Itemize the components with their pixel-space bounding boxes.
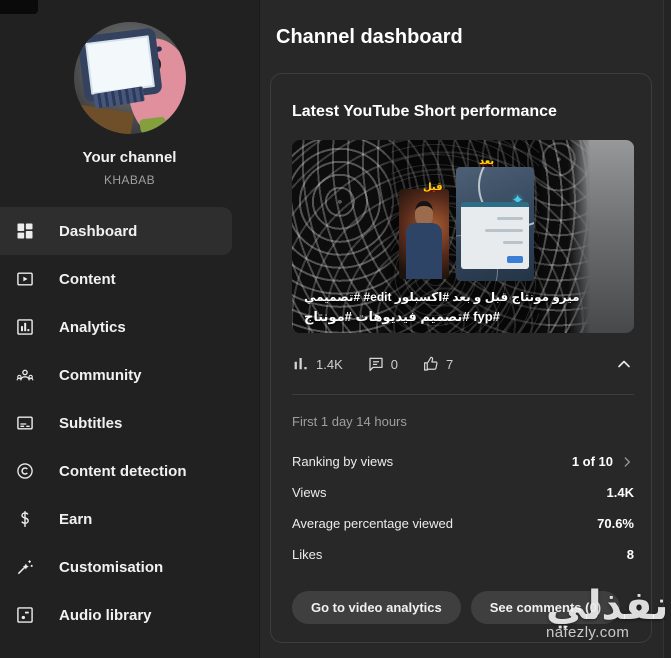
short-thumbnail[interactable]: ✦ قبل بعد تصميمي# #edit ميرو مونتاج قبل … xyxy=(292,140,634,333)
sidebar-item-label: Content xyxy=(59,270,116,288)
page-title: Channel dashboard xyxy=(276,26,463,48)
window-corner xyxy=(0,0,38,14)
main-content: Channel dashboard Latest YouTube Short p… xyxy=(260,0,671,658)
sidebar-item-label: Analytics xyxy=(59,318,126,336)
after-clip-screen: ✦ xyxy=(456,167,534,281)
customisation-icon xyxy=(15,557,35,577)
sidebar: Your channel KHABAB Dashboard Content An… xyxy=(0,0,260,658)
sidebar-item-community[interactable]: Community xyxy=(0,351,232,399)
after-label: بعد xyxy=(479,156,495,167)
likes-count: 7 xyxy=(445,356,454,372)
performance-period: First 1 day 14 hours xyxy=(292,414,407,429)
sidebar-item-label: Customisation xyxy=(59,558,164,576)
views-stat: 1.4K xyxy=(292,355,343,373)
comment-icon xyxy=(369,357,383,372)
before-clip-person xyxy=(399,189,449,279)
sidebar-item-content-detection[interactable]: Content detection xyxy=(0,447,232,495)
before-label: قبل xyxy=(423,182,443,193)
card-actions: Go to video analytics See comments (0) xyxy=(292,591,634,624)
see-comments-button[interactable]: See comments (0) xyxy=(470,591,621,624)
content-icon xyxy=(15,269,35,289)
sidebar-item-audio-library[interactable]: Audio library xyxy=(0,591,232,639)
caption-line-1: تصميمي# #edit ميرو مونتاج قبل و بعد #اكس… xyxy=(304,290,580,305)
views-value: 1.4K xyxy=(606,485,634,500)
sidebar-item-label: Subtitles xyxy=(59,414,123,432)
channel-title[interactable]: Your channel xyxy=(83,149,177,166)
dashboard-icon xyxy=(15,221,35,241)
audio-library-icon xyxy=(15,605,35,625)
go-to-video-analytics-button[interactable]: Go to video analytics xyxy=(292,591,461,624)
card-divider xyxy=(292,394,634,395)
avatar-desk-shape xyxy=(73,103,134,134)
sidebar-item-label: Audio library xyxy=(59,606,152,624)
sidebar-item-subtitles[interactable]: Subtitles xyxy=(0,399,232,447)
earn-icon xyxy=(15,509,35,529)
youtube-studio-window: Your channel KHABAB Dashboard Content An… xyxy=(0,0,671,658)
content-detection-icon xyxy=(15,461,35,481)
metric-likes: Likes 8 xyxy=(292,547,634,562)
mock-button xyxy=(507,256,523,263)
comments-count: 0 xyxy=(390,356,398,372)
metrics-list: Ranking by views 1 of 10 Views 1.4K Aver… xyxy=(292,446,634,570)
sidebar-item-label: Content detection xyxy=(59,462,187,480)
avg-percentage-value: 70.6% xyxy=(597,516,634,531)
ranking-value: 1 of 10 xyxy=(571,454,613,469)
sidebar-item-label: Dashboard xyxy=(59,222,138,240)
sidebar-item-label: Community xyxy=(59,366,142,384)
collapse-card-button[interactable] xyxy=(614,354,634,374)
sidebar-item-content[interactable]: Content xyxy=(0,255,232,303)
metric-ranking-by-views[interactable]: Ranking by views 1 of 10 xyxy=(292,446,634,477)
person-body-shape xyxy=(406,223,442,279)
comments-stat: 0 xyxy=(367,355,398,373)
quick-stats-row: 1.4K 0 7 xyxy=(292,354,634,374)
sidebar-item-analytics[interactable]: Analytics xyxy=(0,303,232,351)
metric-average-percentage-viewed: Average percentage viewed 70.6% xyxy=(292,516,634,531)
short-performance-card: Latest YouTube Short performance ✦ قبل ب… xyxy=(270,73,652,643)
views-count: 1.4K xyxy=(316,356,343,372)
card-title: Latest YouTube Short performance xyxy=(292,103,557,120)
scrollbar-track[interactable] xyxy=(663,0,671,658)
sidebar-item-customisation[interactable]: Customisation xyxy=(0,543,232,591)
app-window-mock xyxy=(461,202,529,269)
sidebar-item-dashboard[interactable]: Dashboard xyxy=(0,207,232,255)
chevron-right-icon xyxy=(620,455,634,469)
chevron-up-icon xyxy=(618,360,630,368)
metric-views: Views 1.4K xyxy=(292,485,634,500)
channel-profile: Your channel KHABAB xyxy=(0,0,259,187)
community-icon xyxy=(15,365,35,385)
likes-stat: 7 xyxy=(422,355,453,373)
thumbnail-caption: تصميمي# #edit ميرو مونتاج قبل و بعد #اكس… xyxy=(304,288,624,327)
channel-handle: KHABAB xyxy=(103,173,156,187)
subtitles-icon xyxy=(15,413,35,433)
caption-line-2: #fyp #تصميم فيديوهات #مونتاج xyxy=(304,308,500,324)
sidebar-nav: Dashboard Content Analytics Community Su… xyxy=(0,207,259,639)
analytics-icon xyxy=(15,317,35,337)
channel-avatar[interactable] xyxy=(73,22,186,134)
thumbs-up-icon xyxy=(424,356,438,371)
likes-value: 8 xyxy=(626,547,634,562)
sidebar-item-label: Earn xyxy=(59,510,93,528)
sidebar-item-earn[interactable]: Earn xyxy=(0,495,232,543)
bar-chart-icon xyxy=(294,358,307,370)
